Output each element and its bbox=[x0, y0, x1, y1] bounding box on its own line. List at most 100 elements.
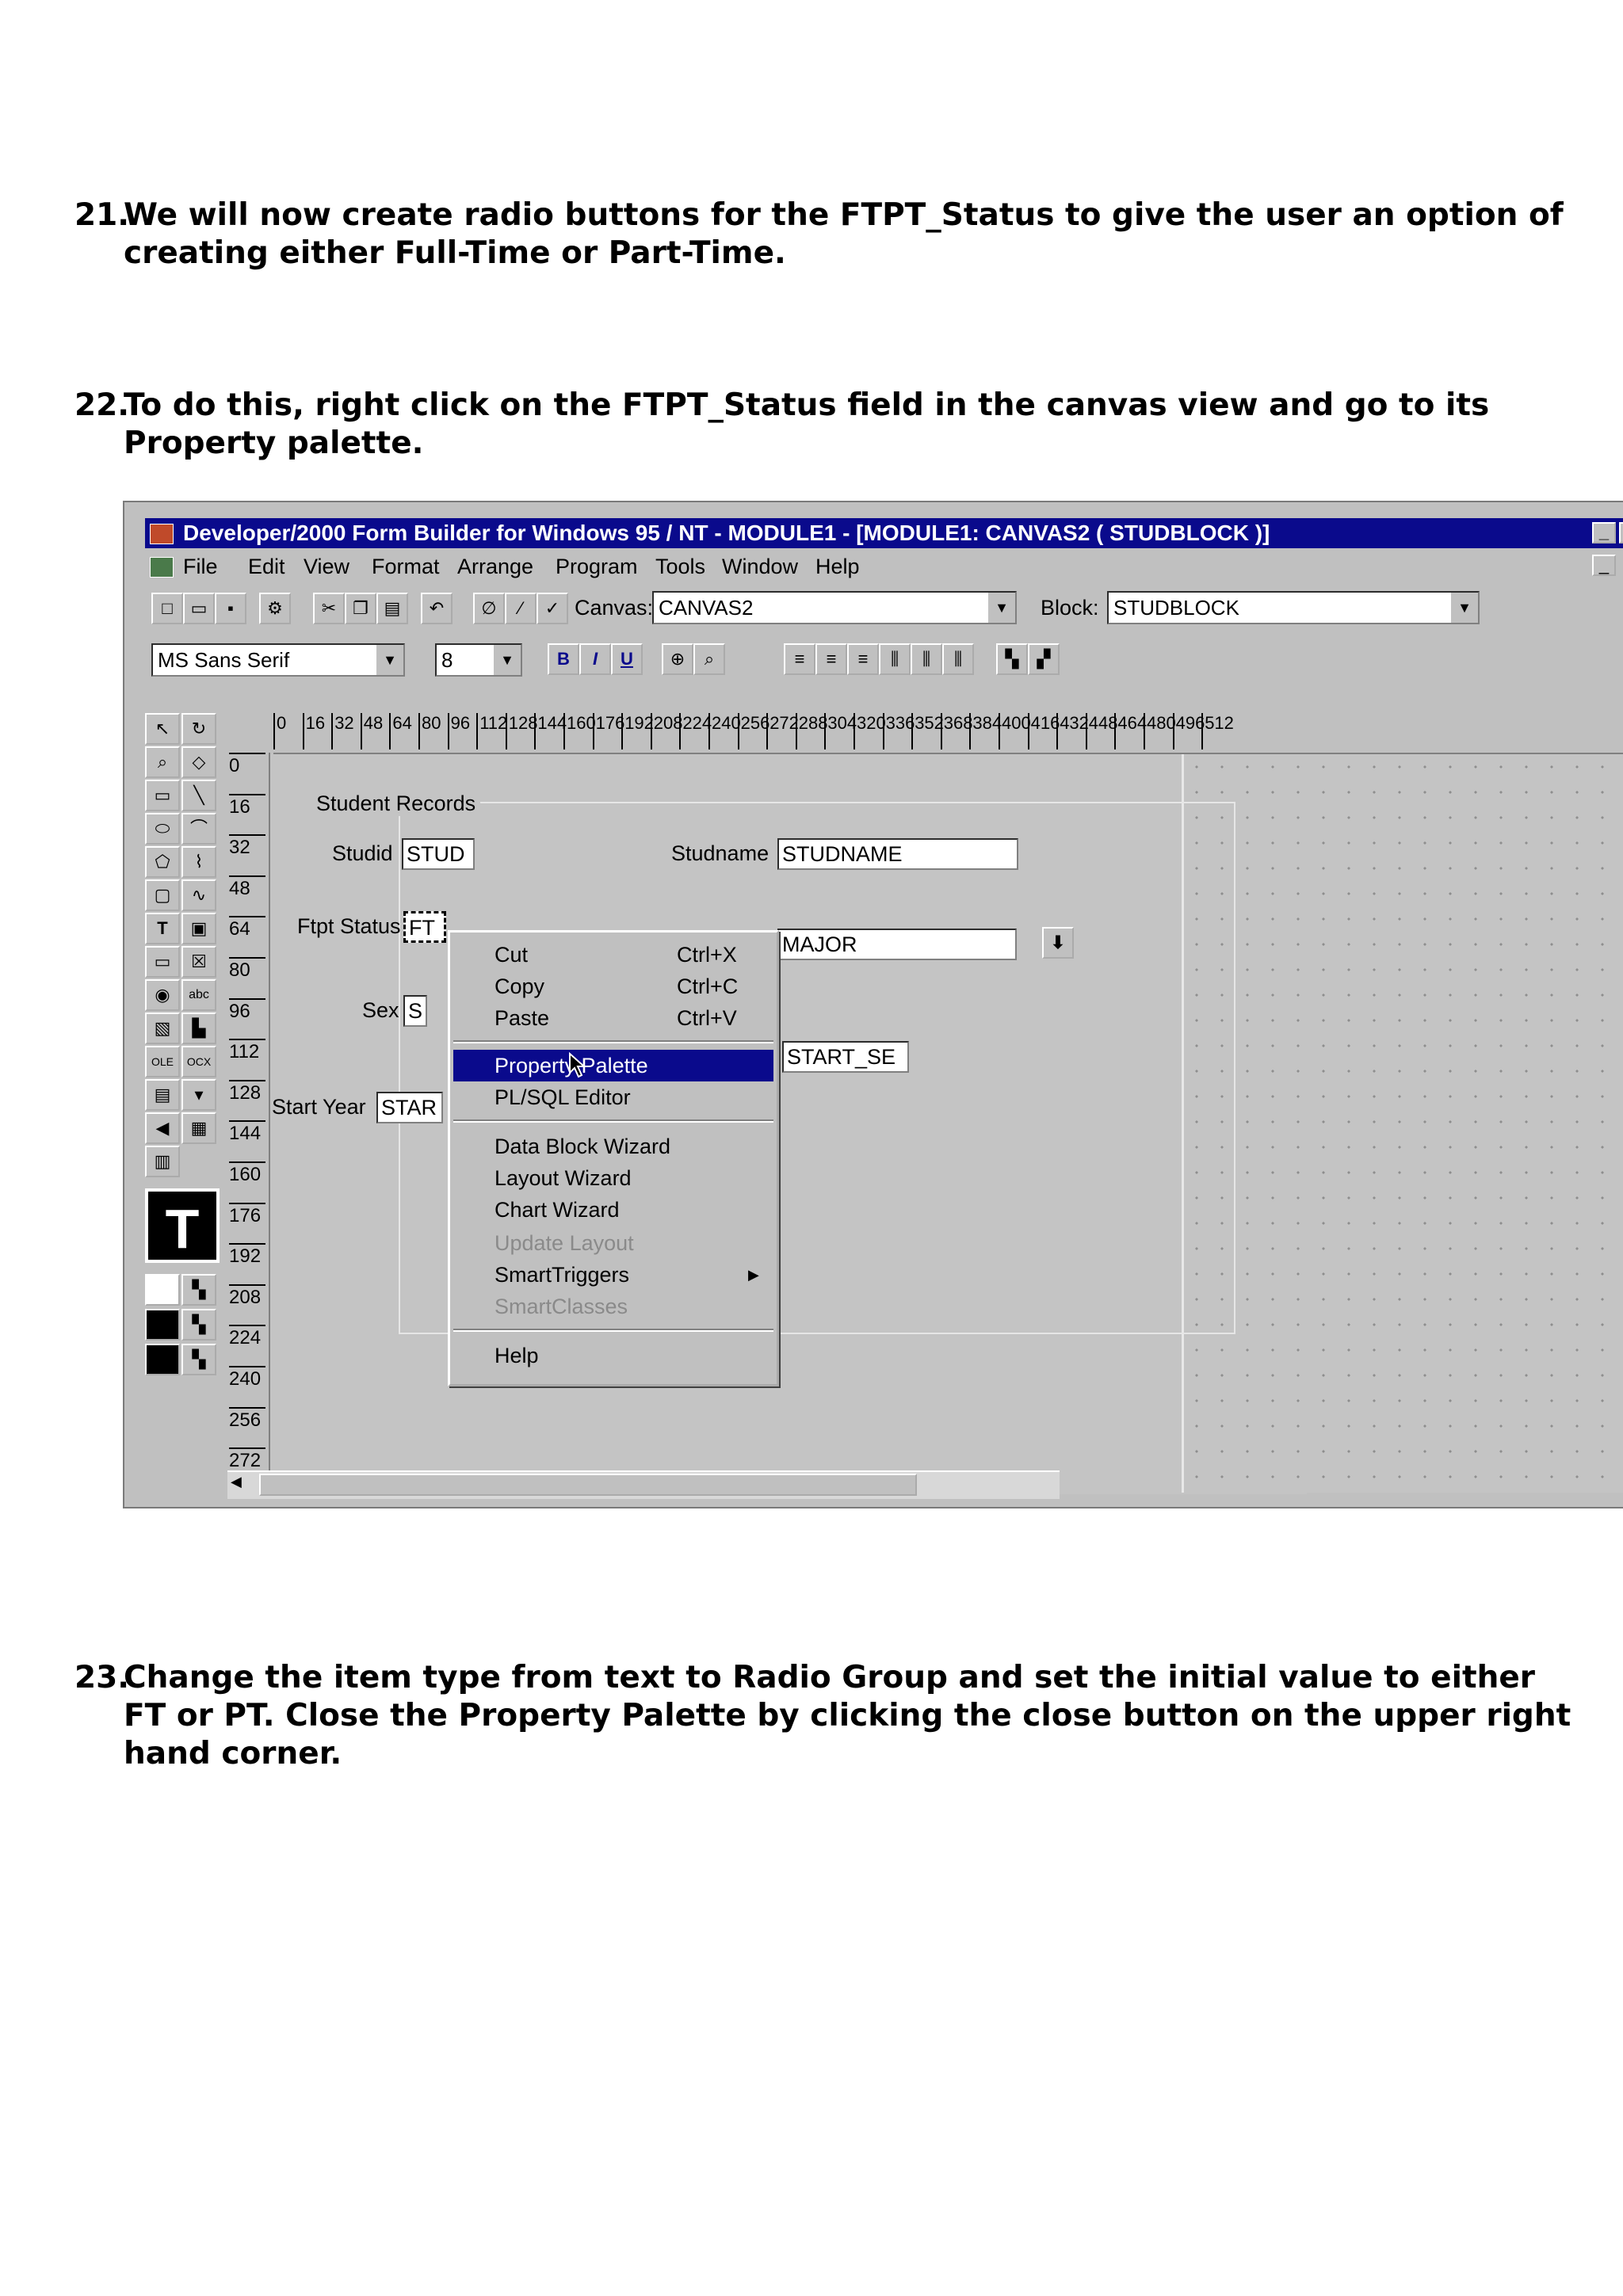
chevron-down-icon[interactable]: ▼ bbox=[987, 593, 1015, 623]
text-palette-icon[interactable]: ▚ bbox=[181, 1344, 216, 1375]
menu-item-paste[interactable]: Paste Ctrl+V bbox=[450, 1002, 777, 1034]
minimize-button[interactable]: _ bbox=[1592, 522, 1616, 543]
reshape-icon[interactable]: ◇ bbox=[181, 746, 216, 778]
horizontal-scrollbar[interactable]: ◀ bbox=[227, 1470, 1060, 1499]
canvas-grid-area[interactable] bbox=[1182, 754, 1623, 1493]
menu-program[interactable]: Program bbox=[556, 551, 638, 582]
line-icon[interactable]: ╲ bbox=[181, 780, 216, 811]
magnify-icon[interactable]: ⌕ bbox=[145, 746, 180, 778]
scroll-left-icon[interactable]: ◀ bbox=[231, 1474, 242, 1490]
fill-palette-icon[interactable]: ▚ bbox=[181, 1274, 216, 1306]
check-icon[interactable]: ✓ bbox=[537, 593, 568, 624]
text-item-tool-icon[interactable]: abc bbox=[181, 979, 216, 1011]
studid-field[interactable]: STUD bbox=[402, 838, 475, 870]
open-icon[interactable]: ▭ bbox=[183, 593, 215, 624]
major-field[interactable]: MAJOR bbox=[777, 929, 1017, 960]
bold-button[interactable]: B bbox=[548, 643, 579, 675]
freehand-icon[interactable]: ∿ bbox=[181, 879, 216, 911]
frame-icon[interactable]: ▣ bbox=[181, 913, 216, 944]
menu-item-chart-wizard[interactable]: Chart Wizard bbox=[450, 1194, 777, 1226]
menu-item-plsql-editor[interactable]: PL/SQL Editor bbox=[450, 1081, 777, 1113]
font-select[interactable]: MS Sans Serif ▼ bbox=[151, 643, 405, 677]
line-palette-icon[interactable]: ▚ bbox=[181, 1309, 216, 1341]
menu-view[interactable]: View bbox=[304, 551, 349, 582]
child-minimize-button[interactable]: _ bbox=[1592, 555, 1616, 576]
ocx-tool-icon[interactable]: OCX bbox=[181, 1046, 216, 1077]
ole-tool-icon[interactable]: OLE bbox=[145, 1046, 180, 1077]
start-se-field[interactable]: START_SE bbox=[782, 1041, 909, 1073]
italic-button[interactable]: I bbox=[579, 643, 611, 675]
menu-item-copy[interactable]: Copy Ctrl+C bbox=[450, 971, 777, 1002]
font-size-select[interactable]: 8 ▼ bbox=[435, 643, 522, 677]
polyline-icon[interactable]: ⌇ bbox=[181, 846, 216, 878]
studname-field[interactable]: STUDNAME bbox=[777, 838, 1018, 870]
menu-tools[interactable]: Tools bbox=[655, 551, 705, 582]
menu-edit[interactable]: Edit bbox=[248, 551, 285, 582]
menu-item-data-block-wizard[interactable]: Data Block Wizard bbox=[450, 1131, 777, 1162]
align-right-icon[interactable]: ≡ bbox=[847, 643, 879, 675]
rectangle-icon[interactable]: ▭ bbox=[145, 780, 180, 811]
menu-file[interactable]: File bbox=[183, 551, 218, 582]
cut-icon[interactable]: ✂ bbox=[313, 593, 345, 624]
menu-item-property-palette[interactable]: Property Palette bbox=[453, 1050, 773, 1081]
ruler-tick-label: 160 bbox=[563, 713, 596, 749]
tab-canvas-icon[interactable]: ▦ bbox=[181, 1112, 216, 1144]
button-tool-icon[interactable]: ▭ bbox=[145, 946, 180, 978]
text-color-icon[interactable] bbox=[145, 1344, 180, 1375]
undo-icon[interactable]: ↶ bbox=[421, 593, 453, 624]
restore-button[interactable]: ▫ bbox=[1619, 522, 1623, 543]
image-tool-icon[interactable]: ▧ bbox=[145, 1013, 180, 1044]
menu-format[interactable]: Format bbox=[372, 551, 440, 582]
edit-icon[interactable]: ∅ bbox=[473, 593, 505, 624]
scrollbar-thumb[interactable] bbox=[259, 1474, 917, 1496]
menu-item-cut[interactable]: Cut Ctrl+X bbox=[450, 939, 777, 971]
sex-field[interactable]: S bbox=[403, 995, 427, 1027]
start-year-field[interactable]: STAR bbox=[376, 1092, 443, 1123]
align-middle-icon[interactable]: ⫼ bbox=[911, 643, 942, 675]
run-icon[interactable]: ⚙ bbox=[259, 593, 291, 624]
sound-tool-icon[interactable]: ◀ bbox=[145, 1112, 180, 1144]
menu-window[interactable]: Window bbox=[722, 551, 798, 582]
align-bottom-icon[interactable]: ⫼ bbox=[942, 643, 974, 675]
display-item-icon[interactable]: ▤ bbox=[145, 1079, 180, 1111]
tree-tool-icon[interactable]: ▥ bbox=[145, 1146, 180, 1177]
menu-item-layout-wizard[interactable]: Layout Wizard bbox=[450, 1162, 777, 1194]
align-left-icon[interactable]: ≡ bbox=[784, 643, 815, 675]
rounded-rect-icon[interactable]: ▢ bbox=[145, 879, 180, 911]
polygon-icon[interactable]: ⬠ bbox=[145, 846, 180, 878]
arc-icon[interactable]: ⌒ bbox=[181, 813, 216, 845]
menu-arrange[interactable]: Arrange bbox=[457, 551, 533, 582]
menu-item-help[interactable]: Help bbox=[450, 1340, 777, 1371]
bring-front-icon[interactable]: ▚ bbox=[996, 643, 1028, 675]
select-icon[interactable]: ↖ bbox=[145, 713, 180, 745]
zoom-out-icon[interactable]: ⌕ bbox=[693, 643, 725, 675]
pen-icon[interactable]: ⁄ bbox=[505, 593, 537, 624]
canvas-select[interactable]: CANVAS2 ▼ bbox=[652, 591, 1017, 624]
menu-help[interactable]: Help bbox=[815, 551, 860, 582]
send-back-icon[interactable]: ▞ bbox=[1028, 643, 1060, 675]
ftpt-status-field[interactable]: FT bbox=[403, 911, 446, 943]
fill-color-icon[interactable] bbox=[145, 1274, 180, 1306]
new-icon[interactable]: □ bbox=[151, 593, 183, 624]
paste-icon[interactable]: ▤ bbox=[376, 593, 408, 624]
checkbox-tool-icon[interactable]: ☒ bbox=[181, 946, 216, 978]
list-item-icon[interactable]: ▾ bbox=[181, 1079, 216, 1111]
arrow-down-icon[interactable]: ⬇ bbox=[1042, 927, 1074, 959]
align-top-icon[interactable]: ⫼ bbox=[879, 643, 911, 675]
underline-button[interactable]: U bbox=[611, 643, 643, 675]
zoom-in-icon[interactable]: ⊕ bbox=[662, 643, 693, 675]
chevron-down-icon[interactable]: ▼ bbox=[492, 645, 521, 675]
line-color-icon[interactable] bbox=[145, 1309, 180, 1341]
text-tool-icon[interactable]: T bbox=[145, 913, 180, 944]
align-center-icon[interactable]: ≡ bbox=[815, 643, 847, 675]
block-select[interactable]: STUDBLOCK ▼ bbox=[1107, 591, 1480, 624]
copy-icon[interactable]: ❐ bbox=[345, 593, 376, 624]
menu-item-smart-triggers[interactable]: SmartTriggers ▶ bbox=[450, 1259, 777, 1291]
chart-tool-icon[interactable]: ▙ bbox=[181, 1013, 216, 1044]
chevron-down-icon[interactable]: ▼ bbox=[375, 645, 403, 675]
ellipse-icon[interactable]: ⬭ bbox=[145, 813, 180, 845]
radio-tool-icon[interactable]: ◉ bbox=[145, 979, 180, 1011]
chevron-down-icon[interactable]: ▼ bbox=[1449, 593, 1478, 623]
save-icon[interactable]: ▪ bbox=[215, 593, 246, 624]
rotate-icon[interactable]: ↻ bbox=[181, 713, 216, 745]
